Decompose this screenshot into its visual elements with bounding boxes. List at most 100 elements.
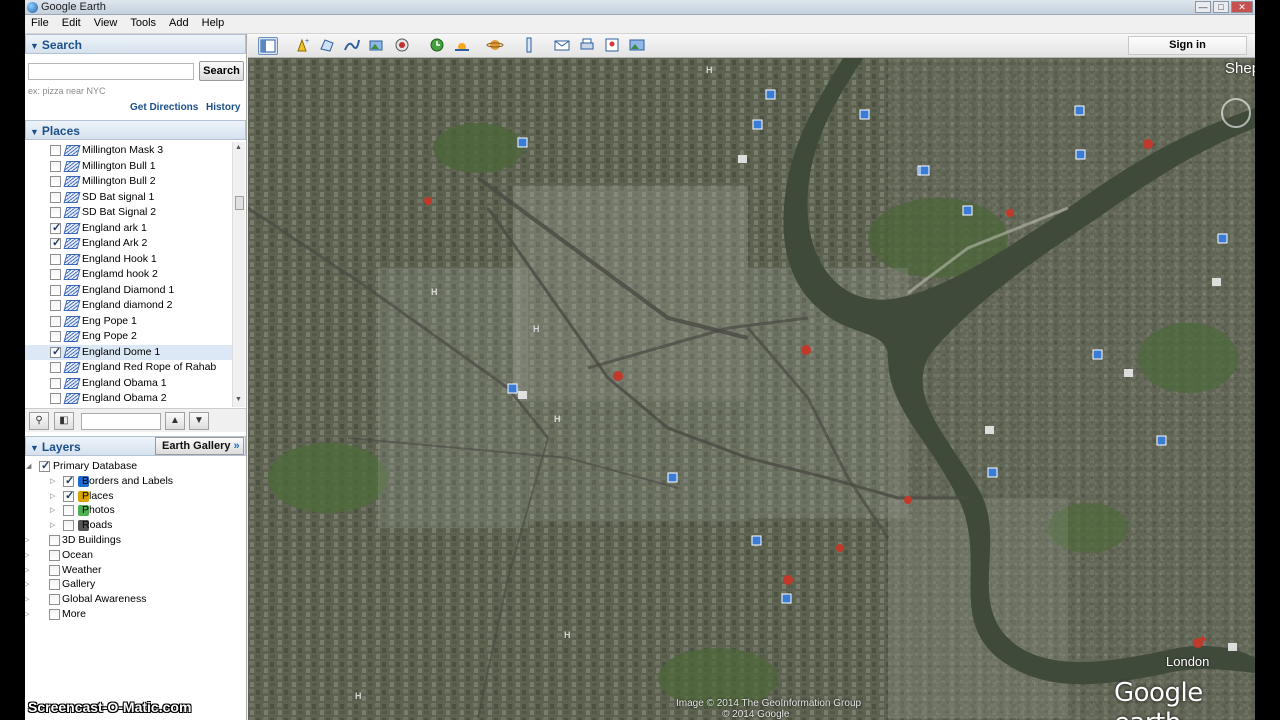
- place-item[interactable]: England Obama 2: [25, 391, 233, 406]
- place-item[interactable]: Eng Pope 1: [25, 314, 233, 329]
- place-item[interactable]: Millington Mask 3: [25, 143, 233, 158]
- place-item[interactable]: England Ark 2: [25, 236, 233, 251]
- expand-arrow-icon[interactable]: ▷: [25, 551, 29, 559]
- scroll-up-icon[interactable]: ▲: [235, 144, 242, 151]
- place-checkbox[interactable]: [50, 191, 61, 203]
- menu-help[interactable]: Help: [196, 15, 232, 33]
- search-places-icon[interactable]: ⚲: [29, 412, 49, 430]
- layer-checkbox[interactable]: [63, 520, 74, 532]
- layer-checkbox[interactable]: [49, 549, 60, 561]
- layer-item[interactable]: ▷ Global Awareness: [25, 592, 246, 607]
- layer-checkbox[interactable]: [63, 489, 74, 502]
- place-item[interactable]: Millington Bull 2: [25, 174, 233, 189]
- sign-in-button[interactable]: Sign in: [1128, 36, 1247, 55]
- add-placemark-icon[interactable]: +: [293, 37, 313, 55]
- email-icon[interactable]: [553, 37, 573, 55]
- expand-arrow-icon[interactable]: ▷: [25, 536, 29, 544]
- place-checkbox[interactable]: [50, 377, 61, 389]
- navigation-compass-icon[interactable]: [1221, 98, 1251, 128]
- maximize-button[interactable]: □: [1213, 1, 1229, 13]
- add-polygon-icon[interactable]: [318, 37, 338, 55]
- layer-checkbox[interactable]: [49, 609, 60, 620]
- place-item[interactable]: Eng Pope 2: [25, 329, 233, 344]
- menu-add[interactable]: Add: [163, 15, 196, 33]
- expand-arrow-icon[interactable]: ▷: [50, 521, 55, 529]
- place-item[interactable]: England ark 1: [25, 221, 233, 236]
- layer-item[interactable]: ▷ Places: [25, 489, 246, 504]
- search-panel-header[interactable]: ▼ Search: [25, 34, 246, 54]
- layer-checkbox[interactable]: [63, 474, 74, 487]
- move-down-icon[interactable]: ▼: [189, 412, 209, 430]
- place-checkbox[interactable]: [50, 160, 61, 172]
- expand-arrow-icon[interactable]: ▷: [50, 506, 55, 514]
- places-filter-input[interactable]: [81, 413, 161, 430]
- place-item[interactable]: Millington Bull 1: [25, 159, 233, 174]
- add-path-icon[interactable]: [343, 37, 363, 55]
- map-view[interactable]: H H H H H H Sheph London Image © 2014 The Geo…: [248, 58, 1255, 720]
- layer-item[interactable]: ▷ Roads: [25, 518, 246, 533]
- layer-checkbox[interactable]: [49, 594, 60, 606]
- get-directions-link[interactable]: Get Directions: [130, 102, 198, 113]
- menu-file[interactable]: File: [25, 15, 56, 33]
- place-checkbox[interactable]: [50, 236, 61, 249]
- menu-view[interactable]: View: [88, 15, 125, 33]
- place-checkbox[interactable]: [50, 221, 61, 234]
- expand-arrow-icon[interactable]: ▷: [25, 595, 29, 603]
- minimize-button[interactable]: —: [1195, 1, 1211, 13]
- layer-item[interactable]: ▷ Ocean: [25, 548, 246, 563]
- place-checkbox[interactable]: [50, 253, 61, 265]
- expand-arrow-icon[interactable]: ▷: [25, 566, 29, 574]
- place-item[interactable]: England Obama 1: [25, 376, 233, 391]
- layer-checkbox[interactable]: [49, 564, 60, 576]
- expand-arrow-icon[interactable]: ◢: [26, 462, 31, 470]
- layer-item[interactable]: ▷ Weather: [25, 563, 246, 578]
- search-input[interactable]: [28, 63, 194, 80]
- print-icon[interactable]: [578, 37, 598, 55]
- place-checkbox[interactable]: [50, 176, 61, 187]
- place-item[interactable]: England diamond 2: [25, 298, 233, 313]
- layer-checkbox[interactable]: [63, 505, 74, 517]
- expand-arrow-icon[interactable]: ▷: [25, 580, 29, 588]
- place-checkbox[interactable]: [50, 315, 61, 327]
- place-checkbox[interactable]: [50, 345, 61, 358]
- place-checkbox[interactable]: [50, 269, 61, 280]
- place-checkbox[interactable]: [50, 393, 61, 404]
- places-panel-header[interactable]: ▼ Places: [25, 120, 246, 140]
- scroll-down-icon[interactable]: ▼: [235, 396, 242, 403]
- place-checkbox[interactable]: [50, 145, 61, 156]
- record-tour-icon[interactable]: [393, 37, 413, 55]
- layer-item[interactable]: ◢ Primary Database: [25, 459, 246, 474]
- place-checkbox[interactable]: [50, 284, 61, 296]
- layer-checkbox[interactable]: [49, 579, 60, 591]
- layer-item[interactable]: ▷ 3D Buildings: [25, 533, 246, 548]
- layer-item[interactable]: ▷ Gallery: [25, 577, 246, 592]
- place-item[interactable]: England Diamond 1: [25, 283, 233, 298]
- place-item[interactable]: SD Bat Signal 2: [25, 205, 233, 220]
- save-image-icon[interactable]: [628, 37, 648, 55]
- place-item[interactable]: SD Bat signal 1: [25, 190, 233, 205]
- menu-edit[interactable]: Edit: [56, 15, 88, 33]
- place-checkbox[interactable]: [50, 207, 61, 218]
- historical-imagery-icon[interactable]: [428, 37, 448, 55]
- toggle-panel-icon[interactable]: ◧: [54, 412, 74, 430]
- layer-checkbox[interactable]: [39, 459, 50, 472]
- layer-item[interactable]: ▷ Borders and Labels: [25, 474, 246, 489]
- move-up-icon[interactable]: ▲: [165, 412, 185, 430]
- sidebar-toggle-icon[interactable]: [258, 37, 278, 55]
- layer-item[interactable]: ▷ More: [25, 607, 246, 622]
- close-button[interactable]: ✕: [1231, 1, 1253, 13]
- expand-arrow-icon[interactable]: ▷: [50, 477, 55, 485]
- place-checkbox[interactable]: [50, 362, 61, 373]
- menu-tools[interactable]: Tools: [124, 15, 163, 33]
- search-button[interactable]: Search: [199, 61, 244, 81]
- view-in-maps-icon[interactable]: [603, 37, 623, 55]
- earth-gallery-button[interactable]: Earth Gallery»: [155, 437, 244, 455]
- add-image-overlay-icon[interactable]: [368, 37, 388, 55]
- expand-arrow-icon[interactable]: ▷: [25, 610, 29, 618]
- place-checkbox[interactable]: [50, 300, 61, 311]
- history-link[interactable]: History: [206, 102, 240, 113]
- expand-arrow-icon[interactable]: ▷: [50, 492, 55, 500]
- ruler-icon[interactable]: [520, 37, 540, 55]
- layer-checkbox[interactable]: [49, 535, 60, 546]
- place-item[interactable]: England Dome 1: [25, 344, 233, 360]
